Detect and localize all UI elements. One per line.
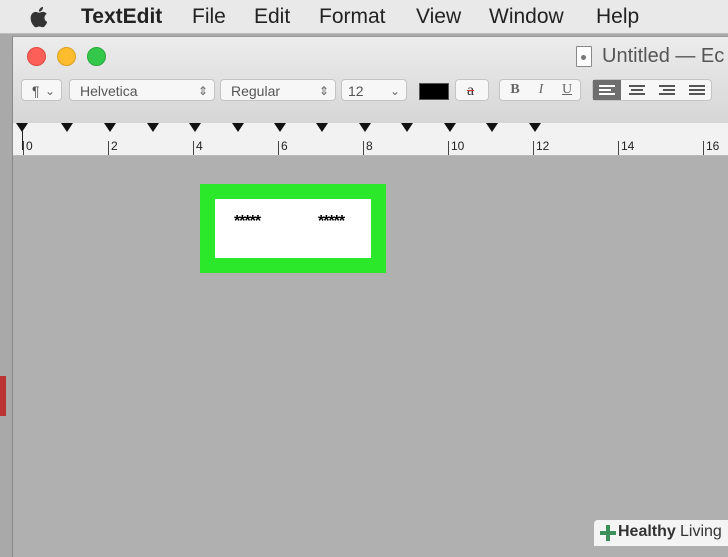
paragraph-icon: ¶ <box>32 83 40 99</box>
tab-stop[interactable] <box>274 123 286 132</box>
tab-stop[interactable] <box>359 123 371 132</box>
menu-window[interactable]: Window <box>489 5 564 29</box>
window-edge-marker <box>0 376 6 416</box>
tab-stop[interactable] <box>232 123 244 132</box>
window-title-suffix: — Ec <box>675 45 725 67</box>
tab-stop[interactable] <box>189 123 201 132</box>
menu-format[interactable]: Format <box>319 5 386 29</box>
menu-view[interactable]: View <box>416 5 461 29</box>
title-bar: Untitled — Ec ¶ ⌄ Helvetica ⇕ Regular ⇕ … <box>13 37 728 124</box>
ruler-label: 12 <box>536 139 550 153</box>
ruler-label: 0 <box>26 139 33 153</box>
font-style-value: Regular <box>231 83 281 99</box>
table-row[interactable]: ***** ***** <box>215 199 371 258</box>
font-family-popup[interactable]: Helvetica ⇕ <box>69 79 215 101</box>
font-family-value: Helvetica <box>80 83 138 99</box>
menu-file[interactable]: File <box>192 5 226 29</box>
watermark: Healthy Living <box>594 520 728 546</box>
ruler-label: 6 <box>281 139 288 153</box>
plus-logo-icon <box>600 525 616 541</box>
watermark-brand-bold: Healthy <box>618 523 676 540</box>
menu-edit[interactable]: Edit <box>254 5 290 29</box>
tab-stop[interactable] <box>444 123 456 132</box>
paragraph-style-popup[interactable]: ¶ ⌄ <box>21 79 62 101</box>
align-right-button[interactable] <box>653 80 681 100</box>
tab-stop[interactable] <box>104 123 116 132</box>
align-justify-button[interactable] <box>683 80 711 100</box>
close-button[interactable] <box>27 47 46 66</box>
alignment-segment <box>592 79 712 101</box>
ruler-label: 8 <box>366 139 373 153</box>
table-cell-right[interactable]: ***** <box>318 213 345 231</box>
background-color-button[interactable]: a <box>455 79 489 101</box>
align-center-button[interactable] <box>623 80 651 100</box>
text-style-segment: B I U <box>499 79 581 101</box>
tab-stop[interactable] <box>486 123 498 132</box>
ruler[interactable]: 0 2 4 6 8 10 12 14 16 <box>13 123 728 156</box>
bold-button[interactable]: B <box>502 80 528 100</box>
font-style-popup[interactable]: Regular ⇕ <box>220 79 336 101</box>
font-size-combo[interactable]: 12 ⌄ <box>341 79 407 101</box>
tab-stop[interactable] <box>529 123 541 132</box>
updown-arrows-icon: ⇕ <box>197 84 208 98</box>
menu-bar: TextEdit File Edit Format View Window He… <box>0 0 728 34</box>
document-icon <box>576 46 592 67</box>
updown-arrows-icon: ⇕ <box>318 84 329 98</box>
apple-logo-icon[interactable] <box>28 4 52 30</box>
font-size-value: 12 <box>348 83 364 99</box>
tab-stop[interactable] <box>61 123 73 132</box>
ruler-label: 16 <box>706 139 720 153</box>
chevron-down-icon: ⌄ <box>44 84 55 98</box>
align-left-button[interactable] <box>593 80 621 100</box>
tab-stop[interactable] <box>147 123 159 132</box>
window-title: Untitled — Ec <box>602 45 724 68</box>
tab-stop[interactable] <box>401 123 413 132</box>
window-title-text: Untitled <box>602 45 670 67</box>
ruler-label: 4 <box>196 139 203 153</box>
background-color-glyph: a <box>467 82 475 99</box>
ruler-label: 2 <box>111 139 118 153</box>
text-color-well[interactable] <box>419 83 449 100</box>
underline-button[interactable]: U <box>554 80 580 100</box>
ruler-label: 14 <box>621 139 635 153</box>
chevron-down-icon: ⌄ <box>389 84 400 98</box>
menu-app-name[interactable]: TextEdit <box>81 5 162 29</box>
textedit-window: Untitled — Ec ¶ ⌄ Helvetica ⇕ Regular ⇕ … <box>12 36 728 557</box>
minimize-button[interactable] <box>57 47 76 66</box>
tab-stop[interactable] <box>316 123 328 132</box>
table-cell-left[interactable]: ***** <box>234 213 261 231</box>
ruler-label: 10 <box>451 139 465 153</box>
italic-button[interactable]: I <box>528 80 554 100</box>
watermark-brand-light: Living <box>680 523 722 540</box>
menu-help[interactable]: Help <box>596 5 639 29</box>
zoom-button[interactable] <box>87 47 106 66</box>
